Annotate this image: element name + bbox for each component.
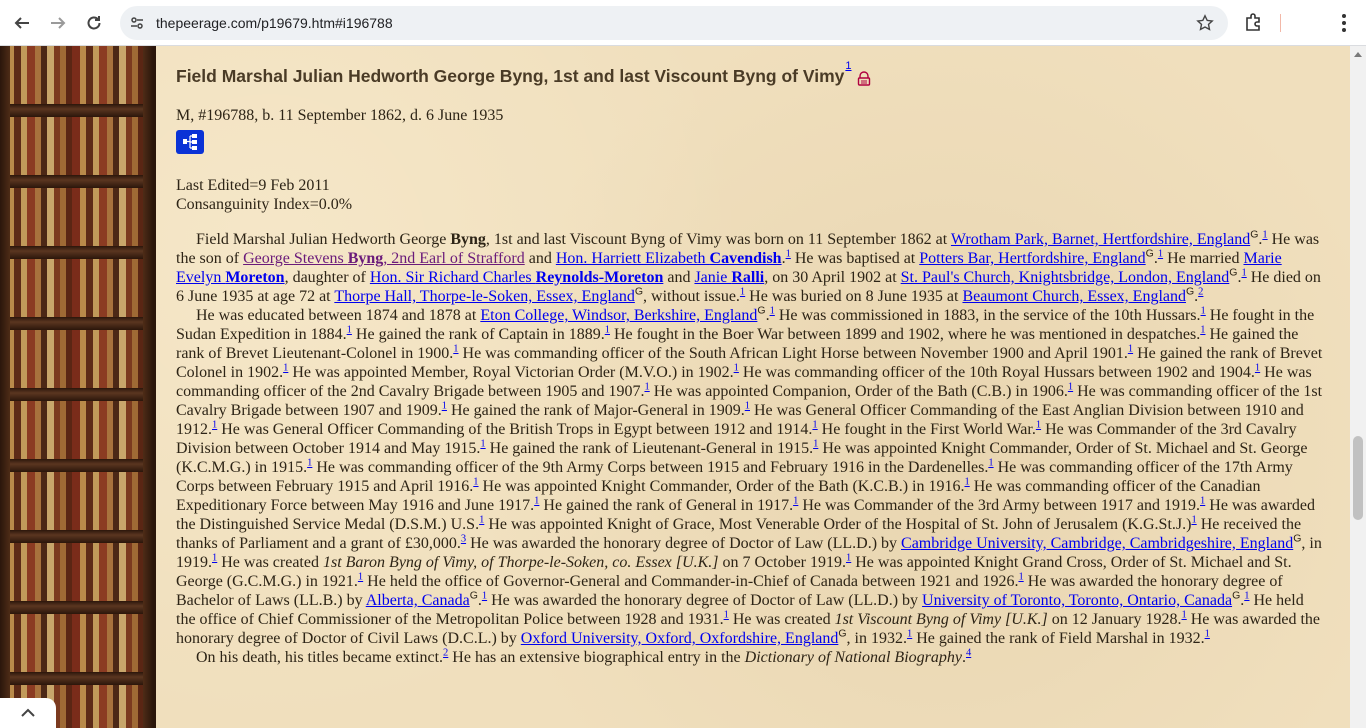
death-paragraph: On his death, his titles became extinct.… bbox=[196, 647, 972, 666]
page-body: Field Marshal Julian Hedworth George Byn… bbox=[0, 46, 1350, 728]
baptism-place-link[interactable]: Potters Bar, Hertfordshire, England bbox=[919, 250, 1145, 267]
citation-link[interactable]: 4 bbox=[966, 648, 971, 659]
forward-arrow-icon bbox=[51, 17, 66, 29]
back-button[interactable] bbox=[4, 5, 40, 41]
wife-mother-link[interactable]: Janie Ralli bbox=[694, 269, 764, 286]
extensions-puzzle-icon[interactable] bbox=[1243, 12, 1265, 34]
person-vitals: M, #196788, b. 11 September 1862, d. 6 J… bbox=[176, 107, 504, 124]
school-link[interactable]: Eton College, Windsor, Berkshire, Englan… bbox=[480, 307, 757, 324]
person-record: Field Marshal Julian Hedworth George Byn… bbox=[176, 61, 1326, 667]
privacy-lock-icon[interactable] bbox=[857, 71, 871, 86]
toronto-link[interactable]: University of Toronto, Toronto, Ontario,… bbox=[922, 592, 1232, 609]
site-info-icon[interactable] bbox=[120, 6, 154, 40]
wife-father-link[interactable]: Hon. Sir Richard Charles Reynolds-Moreto… bbox=[370, 269, 663, 286]
bookshelf-background-image bbox=[0, 46, 156, 728]
browser-toolbar: thepeerage.com/p19679.htm#i196788 bbox=[0, 0, 1366, 46]
alberta-link[interactable]: Alberta, Canada bbox=[366, 592, 470, 609]
bookmark-star-icon[interactable] bbox=[1196, 14, 1214, 32]
title-citation-link[interactable]: 1 bbox=[845, 60, 851, 72]
scrollbar-thumb[interactable] bbox=[1353, 436, 1363, 520]
reload-button[interactable] bbox=[76, 5, 112, 41]
citation-link[interactable]: 1 bbox=[1205, 629, 1210, 640]
birth-place-link[interactable]: Wrotham Park, Barnet, Hertfordshire, Eng… bbox=[951, 231, 1250, 248]
family-tree-icon[interactable] bbox=[176, 130, 204, 154]
vertical-scrollbar[interactable] bbox=[1350, 46, 1366, 728]
profile-divider bbox=[1280, 14, 1281, 32]
scroll-up-arrow-icon[interactable] bbox=[1354, 52, 1362, 57]
page-title: Field Marshal Julian Hedworth George Byn… bbox=[176, 61, 1326, 87]
career-paragraph: He was educated between 1874 and 1878 at… bbox=[176, 304, 1323, 647]
address-bar[interactable]: thepeerage.com/p19679.htm#i196788 bbox=[120, 6, 1228, 40]
page-title-text: Field Marshal Julian Hedworth George Byn… bbox=[176, 66, 845, 86]
father-link[interactable]: George Stevens Byng, 2nd Earl of Straffo… bbox=[243, 250, 525, 267]
burial-place-link[interactable]: Beaumont Church, Essex, England bbox=[962, 288, 1186, 305]
consanguinity-index: Consanguinity Index=0.0% bbox=[176, 196, 353, 213]
browser-menu-kebab-icon[interactable] bbox=[1334, 12, 1354, 34]
record-metadata: Last Edited=9 Feb 2011 Consanguinity Ind… bbox=[176, 176, 1326, 214]
cambridge-link[interactable]: Cambridge University, Cambridge, Cambrid… bbox=[901, 535, 1293, 552]
oxford-link[interactable]: Oxford University, Oxford, Oxfordshire, … bbox=[521, 630, 839, 647]
marriage-place-link[interactable]: St. Paul's Church, Knightsbridge, London… bbox=[901, 269, 1230, 286]
back-arrow-icon bbox=[14, 17, 29, 29]
last-edited: Last Edited=9 Feb 2011 bbox=[176, 177, 330, 194]
death-place-link[interactable]: Thorpe Hall, Thorpe-le-Soken, Essex, Eng… bbox=[334, 288, 635, 305]
reload-icon bbox=[87, 16, 101, 30]
chevron-up-icon bbox=[21, 708, 35, 717]
url-text[interactable]: thepeerage.com/p19679.htm#i196788 bbox=[156, 15, 393, 31]
expand-toggle-button[interactable] bbox=[0, 698, 56, 728]
citation-link[interactable]: 2 bbox=[1198, 287, 1203, 298]
biography-paragraph: Field Marshal Julian Hedworth George Byn… bbox=[176, 228, 1321, 305]
forward-button[interactable] bbox=[40, 5, 76, 41]
mother-link[interactable]: Hon. Harriett Elizabeth Cavendish bbox=[556, 250, 782, 267]
